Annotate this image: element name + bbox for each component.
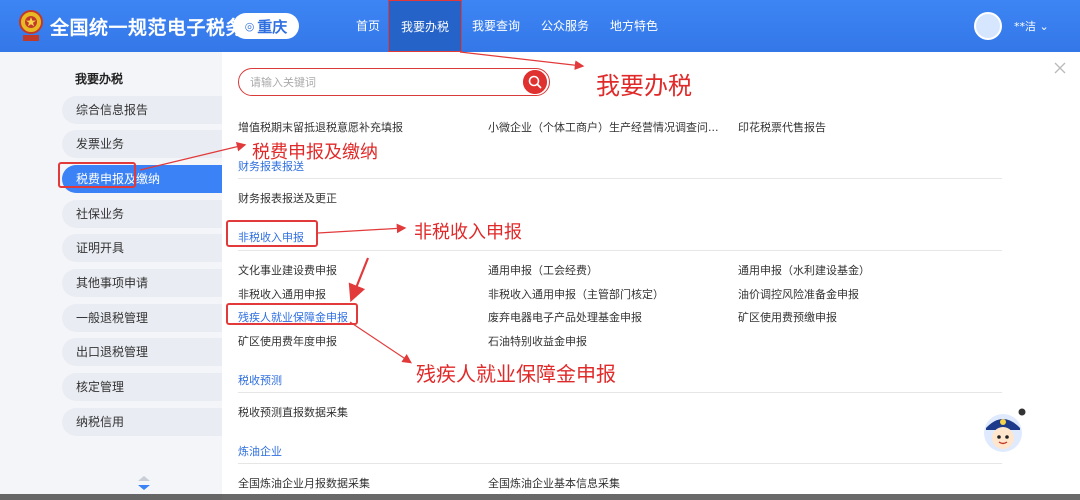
section-title-tax-forecast: 税收预测	[238, 374, 282, 387]
link-smb-survey[interactable]: 小微企业（个体工商户）生产经营情况调查问...	[488, 119, 719, 135]
link-union-fee[interactable]: 通用申报（工会经费）	[488, 262, 598, 278]
link-tax-forecast-collect[interactable]: 税收预测直报数据采集	[238, 404, 348, 420]
divider	[238, 178, 1002, 179]
sidebar-item-general-refund[interactable]: 一般退税管理	[62, 304, 222, 332]
search-input[interactable]	[250, 72, 510, 92]
location-pin-icon: ◎	[244, 19, 255, 33]
link-oil-windfall[interactable]: 石油特别收益金申报	[488, 333, 587, 349]
sidebar-title: 我要办税	[75, 72, 124, 86]
scroll-down-icon[interactable]	[136, 475, 152, 491]
link-refinery-monthly[interactable]: 全国炼油企业月报数据采集	[238, 475, 370, 491]
bottom-strip	[0, 494, 1080, 500]
search-icon[interactable]	[523, 70, 547, 94]
link-culture-fee[interactable]: 文化事业建设费申报	[238, 262, 337, 278]
sidebar-item-export-refund[interactable]: 出口退税管理	[62, 338, 222, 366]
sidebar-item-info-report[interactable]: 综合信息报告	[62, 96, 222, 124]
link-mining-prepay[interactable]: 矿区使用费预缴申报	[738, 309, 837, 325]
link-refinery-basic-info[interactable]: 全国炼油企业基本信息采集	[488, 475, 620, 491]
annotation-box-sidebar	[58, 162, 136, 188]
tax-emblem-icon	[19, 10, 43, 41]
link-mining-annual[interactable]: 矿区使用费年度申报	[238, 333, 337, 349]
link-oil-risk-fund[interactable]: 油价调控风险准备金申报	[738, 286, 859, 302]
region-selector[interactable]: ◎ 重庆	[233, 13, 299, 39]
link-waste-electronics-fund[interactable]: 废弃电器电子产品处理基金申报	[488, 309, 642, 325]
nav-home[interactable]: 首页	[356, 0, 380, 52]
divider	[238, 250, 1002, 251]
assistant-mascot-icon[interactable]	[980, 408, 1026, 454]
annotation-note-item: 残疾人就业保障金申报	[416, 362, 616, 386]
nav-local-features[interactable]: 地方特色	[610, 0, 658, 52]
annotation-note-nav: 我要办税	[596, 72, 692, 100]
annotation-box-section	[226, 220, 318, 247]
annotation-note-section: 非税收入申报	[414, 222, 522, 243]
nav-public-service[interactable]: 公众服务	[541, 0, 589, 52]
sidebar-item-assessment[interactable]: 核定管理	[62, 373, 222, 401]
link-financial-report-submit[interactable]: 财务报表报送及更正	[238, 190, 337, 206]
link-nontax-general-dept[interactable]: 非税收入通用申报（主管部门核定）	[488, 286, 664, 302]
nav-tax-handling[interactable]: 我要办税	[388, 0, 462, 52]
link-nontax-general[interactable]: 非税收入通用申报	[238, 286, 326, 302]
link-water-fund[interactable]: 通用申报（水利建设基金）	[738, 262, 870, 278]
user-avatar-icon[interactable]	[974, 12, 1002, 40]
annotation-box-item	[226, 303, 358, 325]
annotation-note-sidebar: 税费申报及缴纳	[252, 142, 378, 163]
link-vat-refund-intent[interactable]: 增值税期末留抵退税意愿补充填报	[238, 119, 403, 135]
sidebar-item-other-requests[interactable]: 其他事项申请	[62, 269, 222, 297]
region-label: 重庆	[257, 17, 288, 36]
close-icon[interactable]	[1052, 60, 1068, 76]
sidebar-item-invoice[interactable]: 发票业务	[62, 130, 222, 158]
nav-query[interactable]: 我要查询	[472, 0, 520, 52]
sidebar-item-credit[interactable]: 纳税信用	[62, 408, 222, 436]
divider	[238, 392, 1002, 393]
top-header: 全国统一规范电子税务局 ◎ 重庆 首页 我要办税 我要查询 公众服务 地方特色 …	[0, 0, 1080, 52]
sidebar-item-social-security[interactable]: 社保业务	[62, 200, 222, 228]
link-stamp-tax-report[interactable]: 印花税票代售报告	[738, 119, 826, 135]
divider	[238, 463, 1002, 464]
sidebar-item-certificate[interactable]: 证明开具	[62, 234, 222, 262]
section-title-refinery: 炼油企业	[238, 445, 282, 458]
user-name-dropdown[interactable]: **洁 ⌄	[1014, 18, 1049, 34]
